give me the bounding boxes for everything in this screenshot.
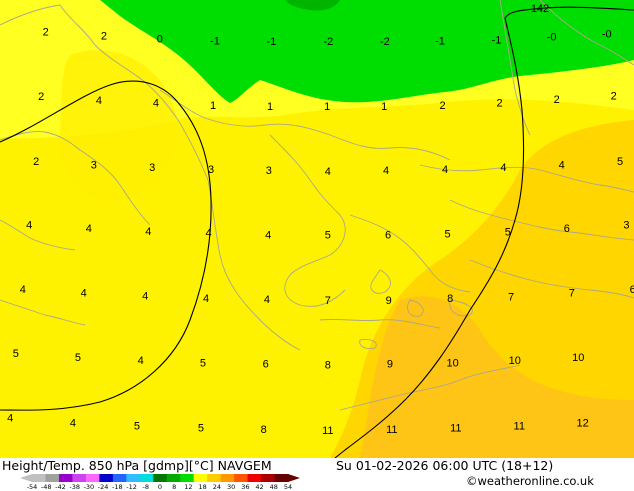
footer-bar: Height/Temp. 850 hPa [gdmp][°C] NAVGEM S…	[0, 458, 634, 491]
temperature-label: -0	[602, 28, 612, 40]
temperature-label: 2	[101, 31, 107, 43]
temperature-label: 4	[265, 229, 271, 241]
temperature-label: 2	[611, 90, 617, 102]
temperature-label: 2	[43, 27, 49, 39]
temperature-label: 5	[134, 420, 140, 432]
temperature-label: 8	[447, 293, 453, 305]
temperature-label: 1	[381, 101, 387, 113]
temperature-label: 4	[442, 164, 448, 176]
temperature-label: 6	[385, 229, 391, 241]
temperature-label: 4	[138, 355, 144, 367]
temperature-label: 4	[206, 228, 212, 240]
temperature-label: 9	[387, 359, 393, 371]
temperature-label: 7	[508, 291, 514, 303]
temperature-label: 3	[623, 219, 629, 231]
temperature-label: 6	[263, 359, 269, 371]
temperature-label: 3	[149, 162, 155, 174]
temperature-label: -2	[380, 36, 390, 48]
temperature-label: 2	[38, 91, 44, 103]
temperature-label: 4	[70, 417, 76, 429]
weather-map: 2 2 0 -1 -1 -2 -2 -1 -1 -0 -0 2 4 4 1 1 1 1 2 2 2 2 2 3 3 3 3 4 4 4 4 4…	[0, 0, 634, 459]
temperature-label: 7	[325, 295, 331, 307]
temperature-label: 5	[325, 229, 331, 241]
temperature-label: 10	[509, 355, 521, 367]
temperature-label: 5	[13, 348, 19, 360]
map-timestamp: Su 01-02-2026 06:00 UTC (18+12)	[336, 458, 554, 473]
map-canvas: 2 2 0 -1 -1 -2 -2 -1 -1 -0 -02 4 4 1 1 1 1 2 2 2 22 3 3 3 3 4 4 4 4 4…	[0, 0, 634, 459]
temperature-label: 6	[564, 223, 570, 235]
temperature-label: 11	[322, 425, 333, 437]
temperature-label: 2	[554, 94, 560, 106]
temperature-label: 3	[266, 165, 272, 177]
credit-link[interactable]: ©weatheronline.co.uk	[466, 474, 594, 488]
temperature-label: 10	[572, 352, 584, 364]
temperature-label: -1	[492, 34, 502, 46]
temperature-label: 4	[81, 288, 87, 300]
temperature-label: 4	[20, 284, 26, 296]
temperature-label: 4	[7, 413, 13, 425]
temperature-label: 1	[267, 101, 273, 113]
temperature-label: 3	[91, 159, 97, 171]
temperature-label: 6	[630, 284, 634, 296]
temperature-label: 4	[383, 165, 389, 177]
temperature-label: 1	[210, 100, 216, 112]
temperature-label: 5	[505, 227, 511, 239]
temperature-label: 11	[450, 422, 461, 434]
temperature-label: 5	[75, 352, 81, 364]
temperature-label: 4	[26, 219, 32, 231]
temperature-label: 4	[203, 293, 209, 305]
temperature-label: 10	[447, 358, 459, 370]
temperature-label: 0	[157, 33, 163, 45]
temperature-label: 3	[208, 164, 214, 176]
colorbar-ticks: -54 -48 -42 -38 -30 -24 -18 -12 -8 0 8 12 18 24 30 36 42…	[0, 458, 300, 491]
temperature-label: 11	[514, 420, 525, 432]
temperature-label: 2	[33, 156, 39, 168]
temperature-label: 5	[617, 156, 623, 168]
temperature-label: 4	[142, 290, 148, 302]
temperature-label: -1	[266, 36, 276, 48]
temperature-label: 4	[559, 159, 565, 171]
temperature-label: -1	[210, 35, 220, 47]
temperature-label: 5	[200, 358, 206, 370]
temperature-label: 1	[324, 101, 330, 113]
temperature-label: 7	[569, 288, 575, 300]
temperature-label: 8	[261, 424, 267, 436]
temperature-label: 12	[577, 417, 589, 429]
temperature-label: 4	[96, 95, 102, 107]
temperature-label: -2	[324, 36, 334, 48]
temperature-label: 11	[386, 424, 397, 436]
temperature-label: 2	[439, 100, 445, 112]
temperature-label: 4	[325, 166, 331, 178]
temperature-label: 4	[153, 98, 159, 110]
temperature-label: 4	[86, 223, 92, 235]
temperature-label: 4	[264, 294, 270, 306]
temperature-label: 4	[500, 162, 506, 174]
temperature-label: 9	[386, 295, 392, 307]
contour-label: 142	[531, 3, 549, 15]
temperature-label: 4	[145, 226, 151, 238]
temperature-label: 2	[497, 98, 503, 110]
temperature-label: 5	[198, 422, 204, 434]
temperature-label: -1	[435, 35, 445, 47]
temperature-label: 5	[445, 229, 451, 241]
temperature-label: 8	[325, 360, 331, 372]
temperature-label: -0	[547, 32, 557, 44]
